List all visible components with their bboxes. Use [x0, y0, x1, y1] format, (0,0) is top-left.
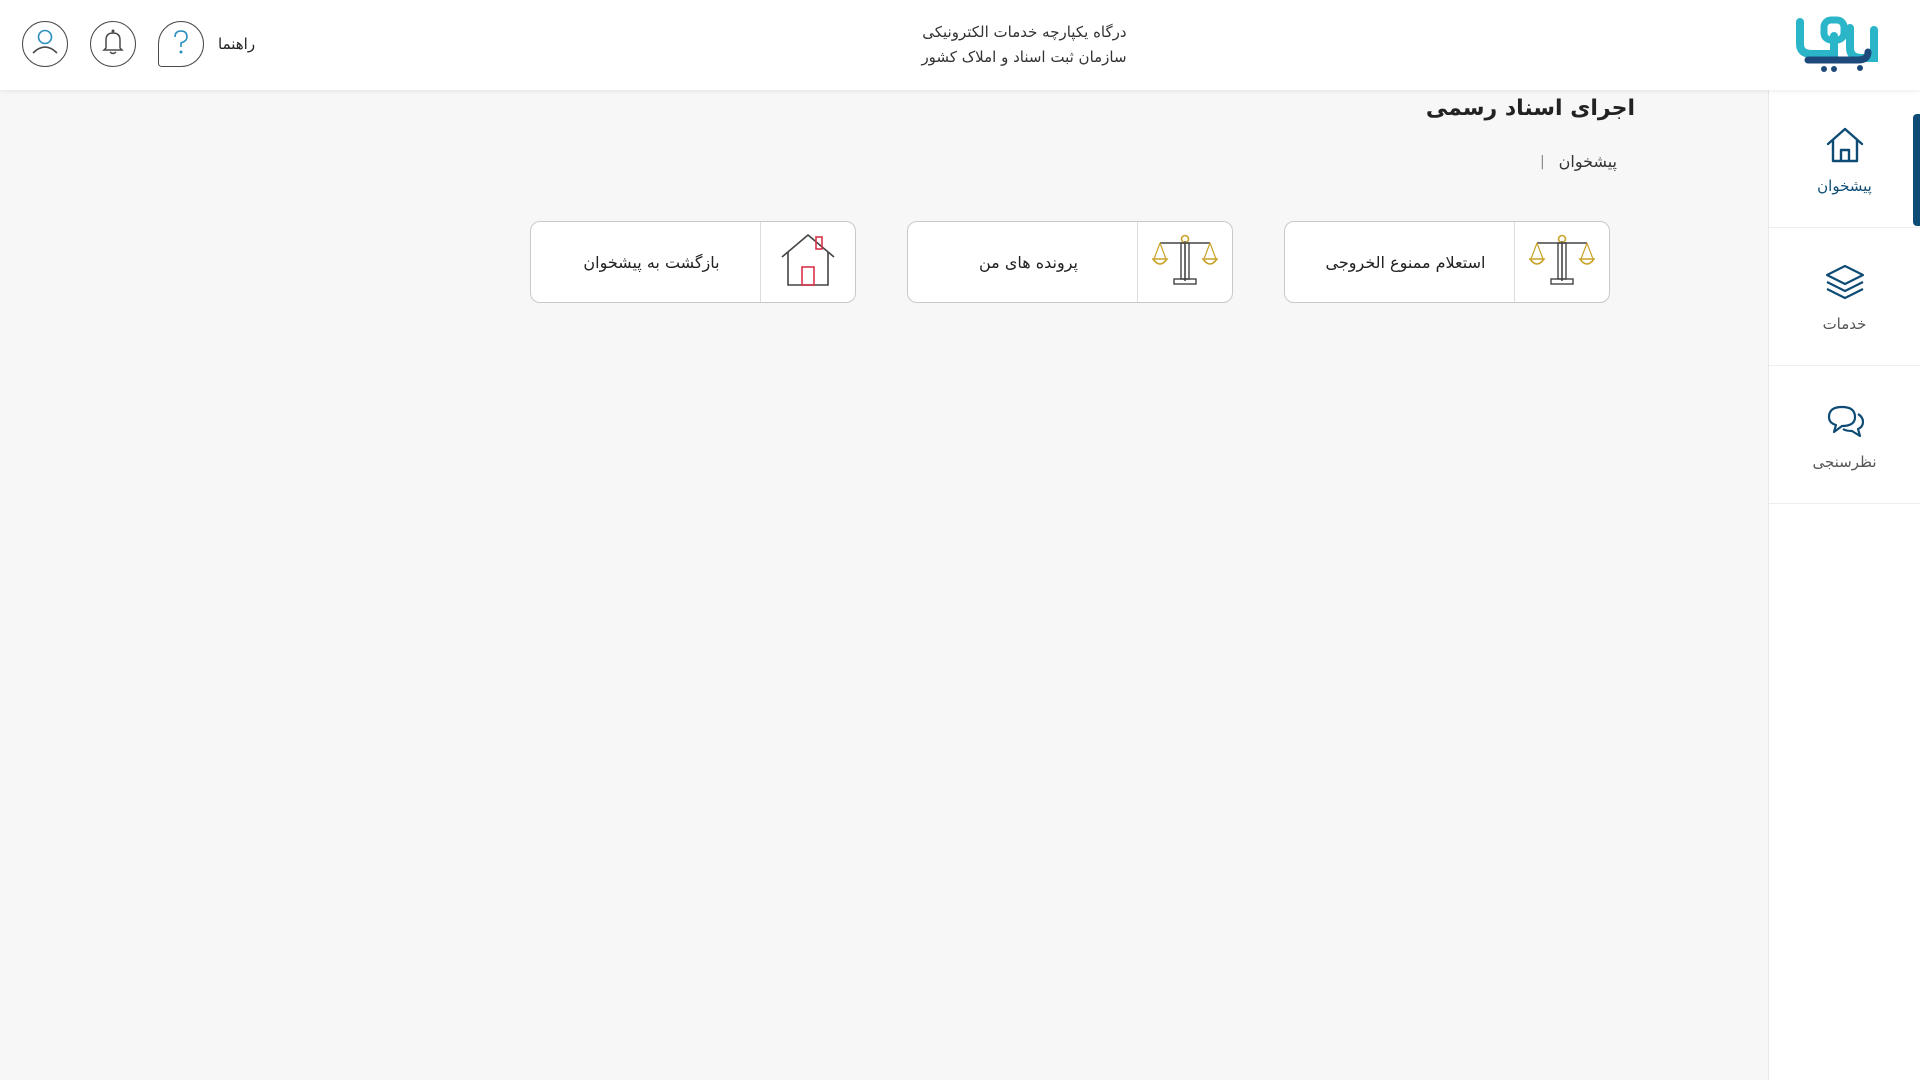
sidebar-item-survey[interactable]: نظرسنجی: [1769, 366, 1920, 504]
home-icon: [1823, 123, 1867, 171]
user-icon: [28, 25, 62, 63]
breadcrumb-item-dashboard[interactable]: پیشخوان: [1559, 152, 1617, 171]
house-icon: [778, 231, 838, 293]
sidebar-item-label: پیشخوان: [1817, 176, 1872, 195]
layers-icon: [1823, 261, 1867, 309]
help-icon: [169, 27, 193, 61]
scales-icon: [1151, 233, 1219, 291]
portal-title-line2: سازمان ثبت اسناد و املاک کشور: [921, 48, 1127, 66]
sidebar-item-dashboard[interactable]: پیشخوان: [1769, 90, 1920, 228]
top-header: درگاه یکپارچه خدمات الکترونیکی سازمان ثب…: [0, 0, 1920, 90]
chat-icon: [1823, 399, 1867, 447]
help-icon-wrap[interactable]: [158, 21, 204, 67]
help-button[interactable]: راهنما: [158, 21, 255, 67]
card-exit-ban-inquiry[interactable]: استعلام ممنوع الخروجی: [1284, 221, 1610, 303]
breadcrumb-separator: |: [1539, 153, 1545, 170]
card-label: بازگشت به پیشخوان: [583, 252, 720, 272]
portal-title-line1: درگاه یکپارچه خدمات الکترونیکی: [922, 23, 1127, 41]
service-cards: استعلام ممنوع الخروجی پرونده های من بازگ…: [530, 221, 1610, 303]
breadcrumb: پیشخوان |: [1540, 152, 1617, 171]
sidebar-item-label: خدمات: [1822, 314, 1867, 333]
scales-icon: [1528, 233, 1596, 291]
header-actions: راهنما: [22, 20, 255, 68]
card-label: استعلام ممنوع الخروجی: [1325, 252, 1486, 272]
main-sidebar: پیشخوان خدمات نظرسنجی: [1768, 90, 1920, 1080]
user-profile-button[interactable]: [22, 21, 68, 67]
card-my-cases[interactable]: پرونده های من: [907, 221, 1233, 303]
portal-title: درگاه یکپارچه خدمات الکترونیکی سازمان ثب…: [0, 20, 1920, 70]
notifications-button[interactable]: [90, 21, 136, 67]
help-label: راهنما: [218, 35, 256, 53]
page-title: اجرای اسناد رسمی: [1425, 96, 1635, 121]
sidebar-item-label: نظرسنجی: [1812, 452, 1877, 471]
card-icon-box: [760, 222, 855, 302]
card-icon-box: [1514, 222, 1609, 302]
bell-icon: [99, 27, 127, 61]
card-back-to-dashboard[interactable]: بازگشت به پیشخوان: [530, 221, 856, 303]
card-icon-box: [1137, 222, 1232, 302]
sidebar-item-services[interactable]: خدمات: [1769, 228, 1920, 366]
card-label: پرونده های من: [979, 252, 1078, 272]
